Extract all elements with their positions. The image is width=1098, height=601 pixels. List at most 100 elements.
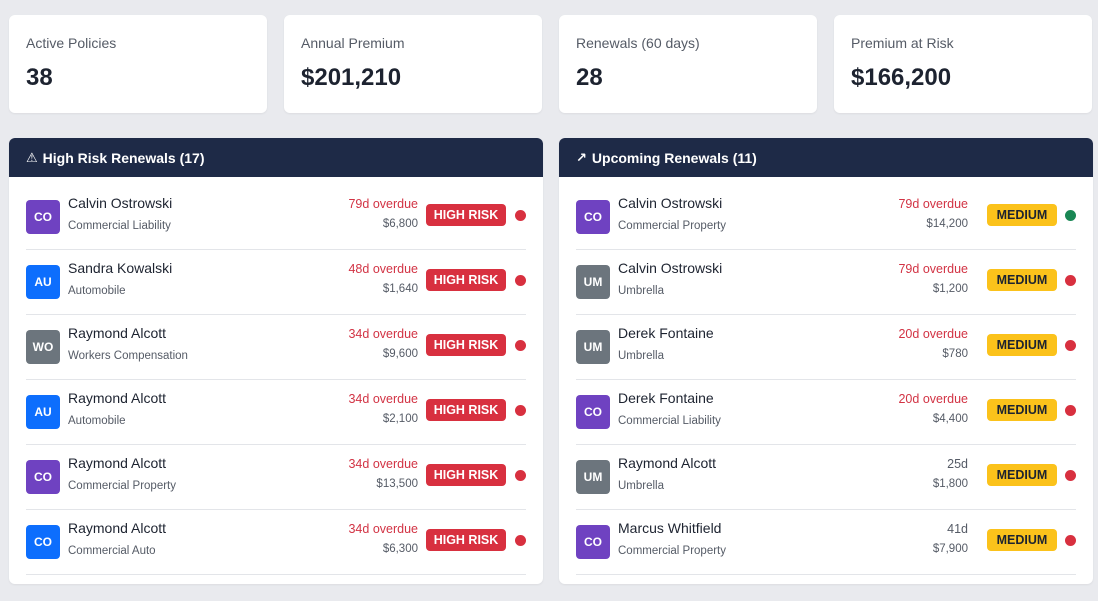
stat-value: $166,200 xyxy=(851,64,952,91)
client-name[interactable]: Calvin Ostrowski xyxy=(68,195,172,211)
policy-type: Commercial Liability xyxy=(68,220,171,232)
renewal-due: 79d overdue xyxy=(898,262,968,276)
stat-card-active-policies: Active Policies 38 xyxy=(9,15,267,113)
client-name[interactable]: Raymond Alcott xyxy=(68,520,166,536)
renewal-due: 48d overdue xyxy=(348,262,418,276)
panel-header: ⚠ High Risk Renewals (17) xyxy=(9,138,543,177)
client-name[interactable]: Calvin Ostrowski xyxy=(618,195,722,211)
avatar: CO xyxy=(576,200,610,234)
avatar: CO xyxy=(576,395,610,429)
renewal-row[interactable]: CO Derek Fontaine Commercial Liability 20d … xyxy=(576,380,1076,445)
stat-card-annual-premium: Annual Premium $201,210 xyxy=(284,15,542,113)
renewal-row[interactable]: UM Raymond Alcott Umbrella 25d $1,800 MEDIUM xyxy=(576,445,1076,510)
renewal-row[interactable]: AU Raymond Alcott Automobile 34d overdue $2,… xyxy=(26,380,526,445)
status-dot xyxy=(1065,275,1076,286)
status-dot xyxy=(1065,340,1076,351)
premium-amount: $6,300 xyxy=(382,543,418,555)
warning-icon: ⚠ xyxy=(26,149,38,165)
trend-up-icon: ↗ xyxy=(576,149,587,165)
policy-type: Commercial Liability xyxy=(618,415,721,427)
avatar: CO xyxy=(26,460,60,494)
policy-type: Commercial Auto xyxy=(68,545,156,557)
stat-value: 28 xyxy=(576,64,603,91)
client-name[interactable]: Calvin Ostrowski xyxy=(618,260,722,276)
renewal-due: 79d overdue xyxy=(898,197,968,211)
renewal-due: 34d overdue xyxy=(348,327,418,341)
policy-type: Commercial Property xyxy=(68,480,176,492)
premium-amount: $780 xyxy=(942,348,968,360)
renewal-list: CO Calvin Ostrowski Commercial Property 79d… xyxy=(559,177,1093,575)
renewal-row[interactable]: UM Derek Fontaine Umbrella 20d overdue $780 M… xyxy=(576,315,1076,380)
premium-amount: $2,100 xyxy=(382,413,418,425)
avatar: CO xyxy=(26,200,60,234)
premium-amount: $9,600 xyxy=(382,348,418,360)
premium-amount: $7,900 xyxy=(932,543,968,555)
status-dot xyxy=(515,470,526,481)
risk-badge: MEDIUM xyxy=(987,399,1057,421)
risk-badge: HIGH RISK xyxy=(426,204,506,226)
stats-row: Active Policies 38 Annual Premium $201,2… xyxy=(9,15,1093,113)
status-dot xyxy=(515,535,526,546)
renewal-row[interactable]: UM Calvin Ostrowski Umbrella 79d overdue $1,… xyxy=(576,250,1076,315)
panel-title: High Risk Renewals (17) xyxy=(42,149,205,166)
client-name[interactable]: Sandra Kowalski xyxy=(68,260,172,276)
policy-type: Automobile xyxy=(68,285,126,297)
risk-badge: MEDIUM xyxy=(987,334,1057,356)
avatar: CO xyxy=(26,525,60,559)
renewal-row[interactable]: WO Raymond Alcott Workers Compensation 34d … xyxy=(26,315,526,380)
client-name[interactable]: Raymond Alcott xyxy=(68,325,166,341)
panel-title: Upcoming Renewals (11) xyxy=(591,149,757,166)
client-name[interactable]: Marcus Whitfield xyxy=(618,520,721,536)
avatar: AU xyxy=(26,395,60,429)
renewal-row[interactable]: CO Marcus Whitfield Commercial Property 41d… xyxy=(576,510,1076,575)
stat-label: Premium at Risk xyxy=(851,35,954,51)
stat-label: Active Policies xyxy=(26,35,117,51)
renewal-row[interactable]: AU Sandra Kowalski Automobile 48d overdue $1… xyxy=(26,250,526,315)
renewal-due: 34d overdue xyxy=(348,392,418,406)
premium-amount: $1,800 xyxy=(932,478,968,490)
avatar: WO xyxy=(26,330,60,364)
renewal-due: 41d xyxy=(947,522,968,536)
status-dot xyxy=(1065,535,1076,546)
risk-badge: MEDIUM xyxy=(987,464,1057,486)
client-name[interactable]: Raymond Alcott xyxy=(68,390,166,406)
renewal-row[interactable]: CO Raymond Alcott Commercial Auto 34d overd… xyxy=(26,510,526,575)
avatar: AU xyxy=(26,265,60,299)
client-name[interactable]: Raymond Alcott xyxy=(68,455,166,471)
client-name[interactable]: Raymond Alcott xyxy=(618,455,716,471)
risk-badge: HIGH RISK xyxy=(426,269,506,291)
renewal-row[interactable]: CO Calvin Ostrowski Commercial Property 79d… xyxy=(576,177,1076,250)
renewal-row[interactable]: CO Raymond Alcott Commercial Property 34d o… xyxy=(26,445,526,510)
risk-badge: HIGH RISK xyxy=(426,529,506,551)
renewal-due: 20d overdue xyxy=(898,327,968,341)
stat-value: 38 xyxy=(26,64,53,91)
policy-type: Automobile xyxy=(68,415,126,427)
stat-label: Annual Premium xyxy=(301,35,405,51)
policy-type: Commercial Property xyxy=(618,220,726,232)
client-name[interactable]: Derek Fontaine xyxy=(618,390,714,406)
policy-type: Umbrella xyxy=(618,480,665,492)
policy-type: Umbrella xyxy=(618,285,665,297)
avatar: UM xyxy=(576,330,610,364)
renewal-due: 34d overdue xyxy=(348,522,418,536)
client-name[interactable]: Derek Fontaine xyxy=(618,325,714,341)
panel-header: ↗ Upcoming Renewals (11) xyxy=(559,138,1093,177)
renewal-due: 20d overdue xyxy=(898,392,968,406)
stat-card-renewals: Renewals (60 days) 28 xyxy=(559,15,817,113)
status-dot xyxy=(1065,405,1076,416)
premium-amount: $14,200 xyxy=(926,218,968,230)
stat-value: $201,210 xyxy=(301,64,402,91)
renewal-row[interactable]: CO Calvin Ostrowski Commercial Liability 79… xyxy=(26,177,526,250)
premium-amount: $6,800 xyxy=(382,218,418,230)
status-dot xyxy=(515,405,526,416)
avatar: UM xyxy=(576,265,610,299)
high-risk-renewals-panel: ⚠ High Risk Renewals (17) CO Calvin Ostro… xyxy=(9,138,543,584)
status-dot xyxy=(1065,470,1076,481)
avatar: CO xyxy=(576,525,610,559)
policy-type: Umbrella xyxy=(618,350,665,362)
status-dot xyxy=(515,275,526,286)
risk-badge: MEDIUM xyxy=(987,529,1057,551)
status-dot xyxy=(515,340,526,351)
status-dot xyxy=(1065,210,1076,221)
upcoming-renewals-panel: ↗ Upcoming Renewals (11) CO Calvin Ostrow… xyxy=(559,138,1093,584)
